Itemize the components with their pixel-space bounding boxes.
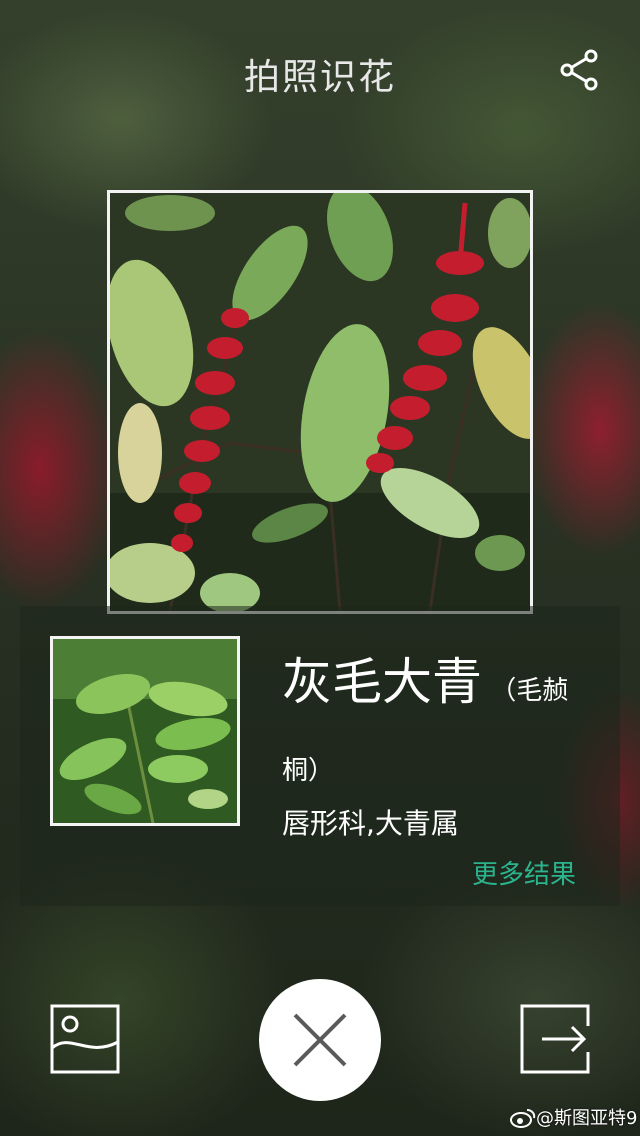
share-icon — [560, 49, 598, 91]
plant-family-genus: 唇形科,大青属 — [282, 807, 459, 840]
image-gallery-icon — [50, 1004, 120, 1074]
more-results-link[interactable]: 更多结果 — [472, 854, 576, 891]
header-bar: 拍照识花 — [0, 40, 640, 100]
share-button[interactable] — [556, 46, 604, 94]
camera-result-screen: 拍照识花 灰毛大青 （毛赪桐） 唇形科,大青属 更多结果 @斯图亚特9 — [0, 0, 640, 1136]
captured-flower-photo — [107, 190, 533, 614]
exit-button[interactable] — [520, 1004, 590, 1074]
plant-name: 灰毛大青 （毛赪桐） — [282, 642, 602, 811]
plant-name-main: 灰毛大青 — [282, 653, 482, 711]
close-icon — [293, 1013, 347, 1067]
close-button[interactable] — [259, 979, 381, 1101]
page-title: 拍照识花 — [243, 57, 396, 98]
reference-plant-thumbnail[interactable] — [50, 636, 240, 826]
watermark-text: @斯图亚特9 — [536, 1108, 638, 1129]
exit-arrow-icon — [520, 1004, 590, 1074]
weibo-icon — [510, 1109, 536, 1128]
weibo-watermark: @斯图亚特9 — [510, 1104, 637, 1130]
identification-result-card: 灰毛大青 （毛赪桐） 唇形科,大青属 更多结果 — [20, 606, 620, 906]
gallery-button[interactable] — [50, 1004, 120, 1074]
